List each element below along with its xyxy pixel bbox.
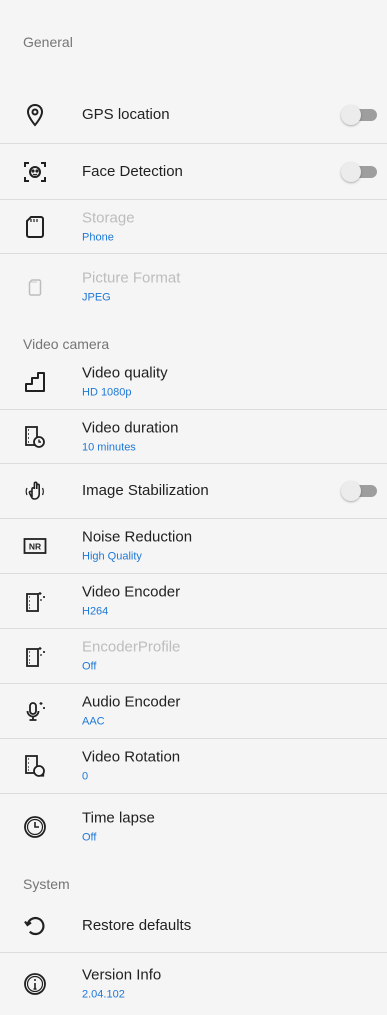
face-detection-label: Face Detection bbox=[82, 162, 183, 180]
gps-location-setting[interactable]: GPS location bbox=[0, 86, 387, 144]
storage-label: Storage bbox=[82, 209, 135, 226]
image-stabilization-setting[interactable]: Image Stabilization bbox=[0, 464, 387, 519]
version-info-value: 2.04.102 bbox=[82, 988, 125, 1001]
image-stabilization-label: Image Stabilization bbox=[82, 482, 209, 499]
info-icon bbox=[23, 972, 47, 996]
face-detection-toggle[interactable] bbox=[341, 161, 377, 182]
svg-text:NR: NR bbox=[29, 542, 41, 552]
film-rotate-icon bbox=[23, 754, 47, 778]
sd-card-icon bbox=[23, 215, 47, 239]
audio-encoder-setting[interactable]: Audio Encoder AAC bbox=[0, 684, 387, 739]
film-sparkle-icon bbox=[23, 644, 47, 668]
video-duration-label: Video duration bbox=[82, 419, 179, 436]
video-duration-setting[interactable]: Video duration 10 minutes bbox=[0, 410, 387, 464]
video-encoder-label: Video Encoder bbox=[82, 583, 181, 601]
section-header-video-camera: Video camera bbox=[23, 336, 110, 352]
time-lapse-label: Time lapse bbox=[82, 809, 155, 827]
video-encoder-value: H264 bbox=[82, 605, 109, 618]
version-info-label: Version Info bbox=[82, 966, 162, 984]
video-quality-value: HD 1080p bbox=[82, 386, 132, 399]
time-lapse-setting[interactable]: Time lapse Off bbox=[0, 794, 387, 860]
noise-reduction-setting[interactable]: NR Noise Reduction High Quality bbox=[0, 519, 387, 574]
video-encoder-setting[interactable]: Video Encoder H264 bbox=[0, 574, 387, 629]
storage-setting[interactable]: Storage Phone bbox=[0, 200, 387, 254]
video-duration-value: 10 minutes bbox=[82, 441, 136, 453]
face-detection-setting[interactable]: Face Detection bbox=[0, 144, 387, 200]
encoder-profile-setting[interactable]: EncoderProfile Off bbox=[0, 629, 387, 684]
restore-defaults-label: Restore defaults bbox=[82, 916, 192, 934]
restore-defaults-setting[interactable]: Restore defaults bbox=[0, 899, 387, 953]
video-rotation-label: Video Rotation bbox=[82, 748, 181, 766]
encoder-profile-value: Off bbox=[82, 660, 97, 673]
video-rotation-value: 0 bbox=[82, 770, 89, 783]
picture-format-value: JPEG bbox=[82, 291, 111, 304]
video-quality-setting[interactable]: Video quality HD 1080p bbox=[0, 355, 387, 410]
restore-icon bbox=[23, 914, 47, 938]
sd-card-small-icon bbox=[23, 275, 47, 299]
picture-format-setting[interactable]: Picture Format JPEG bbox=[0, 254, 387, 320]
storage-value: Phone bbox=[82, 231, 114, 243]
stairs-icon bbox=[23, 370, 47, 394]
hand-vibrate-icon bbox=[23, 479, 47, 503]
microphone-sparkle-icon bbox=[23, 699, 47, 723]
image-stabilization-toggle[interactable] bbox=[341, 481, 377, 501]
encoder-profile-label: EncoderProfile bbox=[82, 638, 181, 656]
film-clock-icon bbox=[23, 425, 47, 449]
audio-encoder-value: AAC bbox=[82, 715, 105, 728]
version-info-setting[interactable]: Version Info 2.04.102 bbox=[0, 953, 387, 1015]
gps-location-toggle[interactable] bbox=[341, 104, 377, 125]
picture-format-label: Picture Format bbox=[82, 269, 181, 287]
gps-location-label: GPS location bbox=[82, 105, 170, 123]
face-detection-icon bbox=[23, 160, 47, 184]
film-sparkle-icon bbox=[23, 589, 47, 613]
section-header-system: System bbox=[23, 876, 70, 892]
section-header-general: General bbox=[23, 34, 73, 50]
noise-reduction-value: High Quality bbox=[82, 550, 142, 563]
audio-encoder-label: Audio Encoder bbox=[82, 693, 181, 711]
noise-reduction-label: Noise Reduction bbox=[82, 528, 193, 546]
time-lapse-value: Off bbox=[82, 831, 97, 844]
video-quality-label: Video quality bbox=[82, 364, 168, 382]
settings-list: General GPS location Face Detection Stor… bbox=[0, 0, 387, 1015]
video-rotation-setting[interactable]: Video Rotation 0 bbox=[0, 739, 387, 794]
location-pin-icon bbox=[23, 103, 47, 127]
nr-icon: NR bbox=[23, 534, 47, 558]
clock-icon bbox=[23, 815, 47, 839]
